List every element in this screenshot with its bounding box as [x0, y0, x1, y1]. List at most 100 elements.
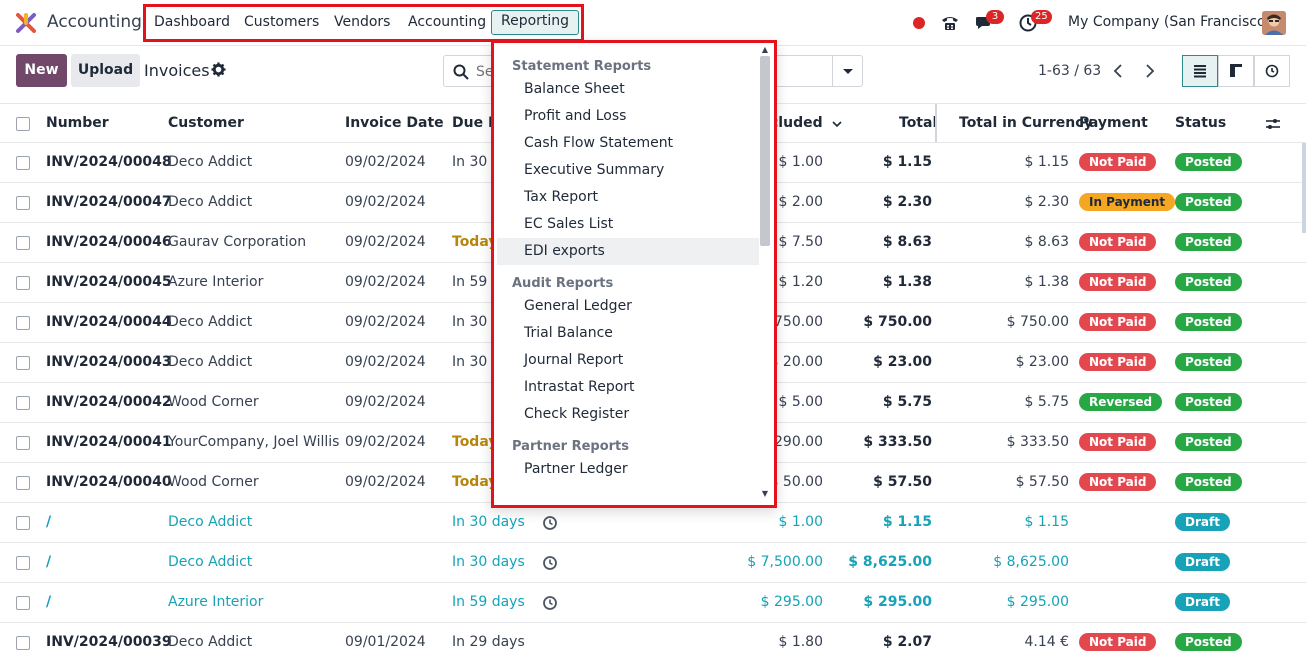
invoice-customer: YourCompany, Joel Willis	[168, 434, 340, 450]
amount-total: $ 23.00	[873, 354, 932, 370]
dropdown-item-journal-report[interactable]: Journal Report	[497, 347, 759, 374]
invoice-date: 09/02/2024	[345, 314, 426, 330]
row-checkbox[interactable]	[16, 556, 30, 570]
activity-clock-icon[interactable]	[542, 595, 558, 611]
amount-total: $ 750.00	[863, 314, 932, 330]
dropdown-scrollbar[interactable]	[760, 56, 770, 246]
dropdown-item-edi-exports[interactable]: EDI exports	[497, 238, 759, 265]
recording-indicator-icon[interactable]	[913, 17, 925, 29]
row-checkbox[interactable]	[16, 356, 30, 370]
select-all-checkbox[interactable]	[16, 117, 30, 131]
activity-view-button[interactable]	[1254, 55, 1290, 87]
row-checkbox[interactable]	[16, 156, 30, 170]
dropdown-item-trial-balance[interactable]: Trial Balance	[497, 320, 759, 347]
pager-value[interactable]: 1-63 / 63	[1038, 63, 1101, 79]
dropdown-item-general-ledger[interactable]: General Ledger	[497, 293, 759, 320]
scroll-down-arrow-icon[interactable]: ▼	[762, 489, 768, 498]
invoice-customer: Deco Addict	[168, 354, 253, 370]
status-badge: Posted	[1175, 433, 1242, 451]
invoice-date: 09/02/2024	[345, 394, 426, 410]
invoice-number: INV/2024/00039	[46, 634, 172, 650]
column-payment[interactable]: Payment	[1079, 115, 1148, 131]
scroll-up-arrow-icon[interactable]: ▲	[762, 45, 768, 54]
column-number[interactable]: Number	[46, 115, 109, 131]
invoice-customer: Deco Addict	[168, 154, 253, 170]
column-tax-excluded[interactable]: cluded	[770, 115, 823, 131]
row-checkbox[interactable]	[16, 636, 30, 650]
chevron-left-icon[interactable]	[1103, 55, 1133, 87]
company-switcher[interactable]: My Company (San Francisco)	[1068, 14, 1271, 30]
row-checkbox[interactable]	[16, 516, 30, 530]
dropdown-item-profit-and-loss[interactable]: Profit and Loss	[497, 103, 759, 130]
invoice-number: /	[46, 554, 52, 570]
dropdown-item-executive-summary[interactable]: Executive Summary	[497, 157, 759, 184]
payment-status-badge: Not Paid	[1079, 273, 1157, 291]
amount-total: $ 295.00	[863, 594, 932, 610]
row-checkbox[interactable]	[16, 196, 30, 210]
status-badge: Posted	[1175, 313, 1242, 331]
row-checkbox[interactable]	[16, 476, 30, 490]
kanban-view-button[interactable]	[1218, 55, 1254, 87]
table-row[interactable]: / Deco Addict In 30 days $ 7,500.00 $ 8,625.…	[0, 543, 1306, 583]
invoice-number: INV/2024/00041	[46, 434, 172, 450]
status-badge: Draft	[1175, 513, 1230, 531]
row-checkbox[interactable]	[16, 316, 30, 330]
upload-button[interactable]: Upload	[71, 54, 140, 87]
column-total[interactable]: Total	[899, 115, 937, 131]
activity-view-clock-icon	[1265, 64, 1279, 78]
status-badge: Posted	[1175, 233, 1242, 251]
dropdown-item-check-register[interactable]: Check Register	[497, 401, 759, 428]
dropdown-item-intrastat-report[interactable]: Intrastat Report	[497, 374, 759, 401]
dropdown-item-balance-sheet[interactable]: Balance Sheet	[497, 76, 759, 103]
invoice-number: INV/2024/00046	[46, 234, 172, 250]
amount-total: $ 57.50	[873, 474, 932, 490]
activity-clock-icon[interactable]	[542, 555, 558, 571]
row-checkbox[interactable]	[16, 596, 30, 610]
app-name[interactable]: Accounting	[47, 12, 142, 32]
invoice-number: INV/2024/00047	[46, 194, 172, 210]
invoice-customer: Deco Addict	[168, 554, 253, 570]
dropdown-section-title: Partner Reports	[512, 439, 630, 454]
gear-icon[interactable]	[211, 62, 226, 77]
menu-customers[interactable]: Customers	[244, 14, 319, 30]
amount-total-currency: $ 1.15	[1024, 154, 1069, 170]
column-status[interactable]: Status	[1175, 115, 1226, 131]
column-total-in-currency[interactable]: Total in Currency	[959, 115, 1093, 131]
menu-reporting[interactable]: Reporting	[491, 10, 580, 35]
chevron-right-icon[interactable]	[1135, 55, 1165, 87]
row-checkbox[interactable]	[16, 396, 30, 410]
row-checkbox[interactable]	[16, 236, 30, 250]
accounting-app-icon[interactable]	[15, 12, 37, 34]
menu-vendors[interactable]: Vendors	[334, 14, 390, 30]
amount-tax-excluded: $ 295.00	[760, 594, 823, 610]
dropdown-item-partner-ledger[interactable]: Partner Ledger	[497, 456, 759, 483]
user-avatar[interactable]	[1262, 11, 1286, 35]
column-resize-handle[interactable]	[935, 104, 937, 142]
column-invoice-date[interactable]: Invoice Date	[345, 115, 444, 131]
table-row[interactable]: / Deco Addict In 30 days $ 1.00 $ 1.15 $ 1.15…	[0, 503, 1306, 543]
invoice-number: INV/2024/00048	[46, 154, 172, 170]
table-row[interactable]: INV/2024/00039 Deco Addict 09/01/2024 In 29…	[0, 623, 1306, 660]
sort-chevron-down-icon[interactable]	[831, 118, 843, 130]
list-view-icon	[1194, 65, 1206, 78]
new-button[interactable]: New	[16, 54, 67, 87]
invoice-date: 09/02/2024	[345, 154, 426, 170]
menu-dashboard[interactable]: Dashboard	[154, 14, 230, 30]
table-row[interactable]: / Azure Interior In 59 days $ 295.00 $ 295.0…	[0, 583, 1306, 623]
activity-clock-icon[interactable]	[542, 515, 558, 531]
row-checkbox[interactable]	[16, 276, 30, 290]
menu-accounting[interactable]: Accounting	[408, 14, 486, 30]
list-view-button[interactable]	[1182, 55, 1218, 87]
amount-total-currency: $ 8,625.00	[993, 554, 1069, 570]
phone-icon[interactable]	[940, 13, 960, 33]
dropdown-item-tax-report[interactable]: Tax Report	[497, 184, 759, 211]
search-options-toggle[interactable]	[832, 56, 862, 86]
row-checkbox[interactable]	[16, 436, 30, 450]
page-scrollbar[interactable]	[1302, 143, 1306, 233]
payment-status-badge: Not Paid	[1079, 473, 1157, 491]
invoice-number: INV/2024/00042	[46, 394, 172, 410]
optional-columns-sliders-icon[interactable]	[1265, 116, 1281, 132]
dropdown-item-cash-flow-statement[interactable]: Cash Flow Statement	[497, 130, 759, 157]
dropdown-item-ec-sales-list[interactable]: EC Sales List	[497, 211, 759, 238]
column-customer[interactable]: Customer	[168, 115, 244, 131]
